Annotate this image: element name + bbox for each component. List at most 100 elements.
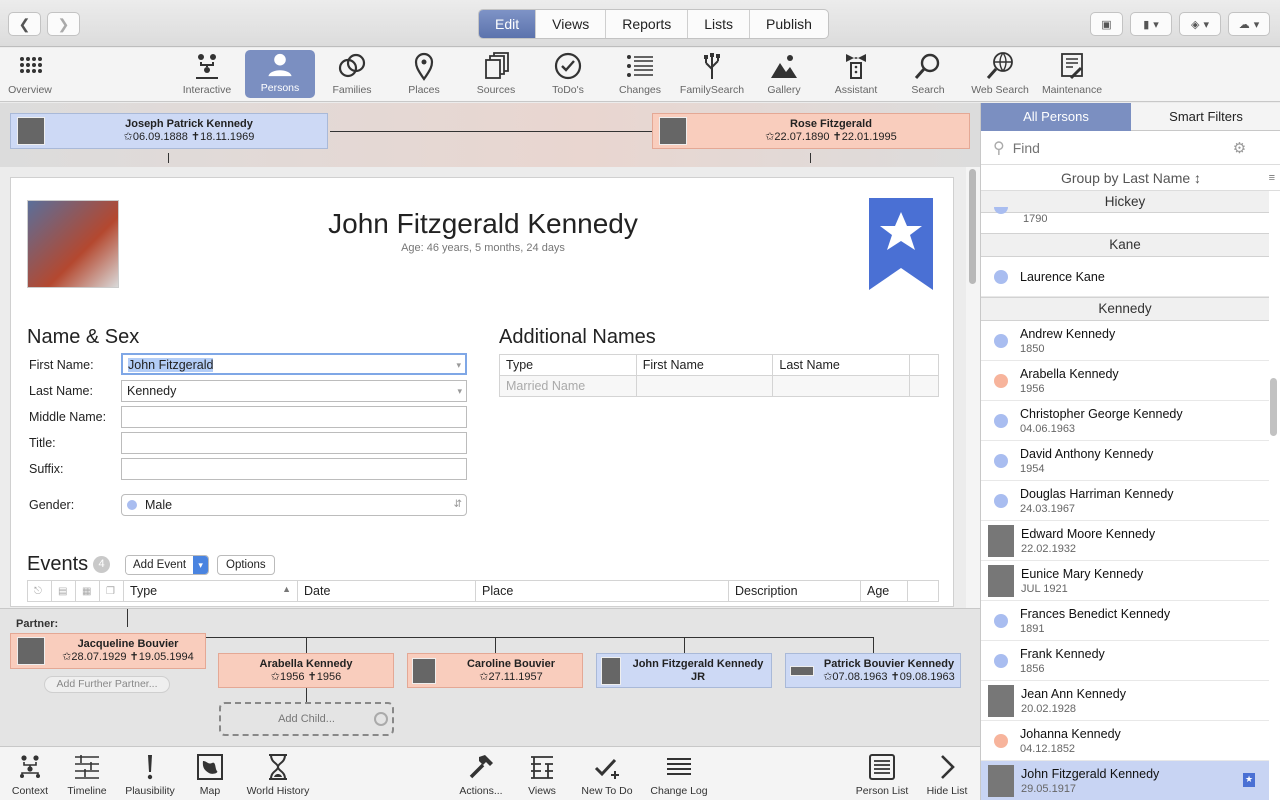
list-item[interactable]: Frank Kennedy 1856	[981, 641, 1269, 681]
label-button[interactable]: ◈ ▾	[1179, 12, 1221, 36]
tree-icon	[196, 54, 218, 79]
title-field[interactable]	[121, 432, 467, 454]
col-event-place[interactable]: Place	[475, 580, 729, 602]
toolbar-changes[interactable]: Changes	[604, 48, 676, 100]
col-first-name[interactable]: First Name	[635, 354, 774, 376]
toolbar-families[interactable]: Families	[316, 48, 388, 100]
col-event-age[interactable]: Age	[860, 580, 908, 602]
change-log-button[interactable]: Change Log	[648, 747, 710, 800]
toolbar-gallery[interactable]: Gallery	[748, 48, 820, 100]
toolbar-sources[interactable]: Sources	[460, 48, 532, 100]
new-todo-button[interactable]: New To Do	[576, 747, 638, 800]
list-item[interactable]: David Anthony Kennedy 1954	[981, 441, 1269, 481]
tab-smart-filters[interactable]: Smart Filters	[1131, 103, 1280, 131]
toolbar-overview[interactable]: Overview	[0, 48, 66, 100]
hide-list-button[interactable]: Hide List	[922, 747, 972, 800]
toolbar-persons[interactable]: Persons	[245, 50, 315, 98]
female-dot-icon	[994, 733, 1008, 748]
list-item[interactable]: Frances Benedict Kennedy 1891	[981, 601, 1269, 641]
list-item[interactable]: Arabella Kennedy 1956	[981, 361, 1269, 401]
sidebar-toggle-button[interactable]: ▣	[1090, 12, 1123, 36]
actions-button[interactable]: Actions...	[456, 747, 506, 800]
person-list-button[interactable]: Person List	[852, 747, 912, 800]
father-card[interactable]: Joseph Patrick Kennedy ✩06.09.1888 ✝18.11…	[10, 113, 328, 149]
col-event-type[interactable]: Type ▲	[123, 580, 298, 602]
parents-area: Joseph Patrick Kennedy ✩06.09.1888 ✝18.11…	[0, 103, 980, 167]
suffix-field[interactable]	[121, 458, 467, 480]
add-child-button[interactable]: Add Child...	[219, 702, 394, 736]
middle-name-field[interactable]	[121, 406, 467, 428]
toolbar-places[interactable]: Places	[388, 48, 460, 100]
tab-publish[interactable]: Publish	[750, 10, 828, 38]
toolbar-maintenance[interactable]: Maintenance	[1036, 48, 1108, 100]
first-name-field[interactable]: John Fitzgerald ▾	[121, 353, 467, 375]
source-icon[interactable]: ▤	[51, 580, 76, 602]
col-last-name[interactable]: Last Name	[772, 354, 911, 376]
add-event-button[interactable]: Add Event ▾	[125, 555, 210, 575]
views-button[interactable]: Views	[520, 747, 564, 800]
find-input[interactable]	[1012, 139, 1233, 156]
sort-icon[interactable]: ≡	[1269, 165, 1275, 191]
options-button[interactable]: Options	[217, 555, 275, 575]
list-item[interactable]: Edward Moore Kennedy 22.02.1932	[981, 521, 1269, 561]
cloud-button[interactable]: ☁ ▾	[1228, 12, 1270, 36]
mother-card[interactable]: Rose Fitzgerald ✩22.07.1890 ✝22.01.1995	[652, 113, 970, 149]
toolbar-todos[interactable]: ToDo's	[532, 48, 604, 100]
list-item[interactable]: Eunice Mary Kennedy JUL 1921	[981, 561, 1269, 601]
tab-all-persons[interactable]: All Persons	[981, 103, 1131, 131]
media-icon[interactable]: ▦	[75, 580, 100, 602]
magnifier-icon	[914, 53, 940, 79]
toolbar-interactive[interactable]: Interactive	[171, 48, 243, 100]
scrollbar-thumb[interactable]	[969, 169, 976, 284]
world-history-button[interactable]: World History	[242, 747, 314, 800]
chevron-down-icon[interactable]: ▾	[193, 556, 209, 574]
list-item[interactable]: Christopher George Kennedy 04.06.1963	[981, 401, 1269, 441]
list-item-date: 04.06.1963	[1020, 422, 1076, 435]
toolbar-search[interactable]: Search	[892, 48, 964, 100]
partner-card[interactable]: Jacqueline Bouvier ✩28.07.1929 ✝19.05.199…	[10, 633, 206, 669]
child-card[interactable]: Arabella Kennedy ✩1956 ✝1956	[218, 653, 394, 688]
plausibility-button[interactable]: Plausibility	[120, 747, 180, 800]
form-scrollbar[interactable]	[966, 167, 980, 608]
tab-reports[interactable]: Reports	[606, 10, 689, 38]
additional-name-last[interactable]	[772, 375, 911, 397]
list-item[interactable]: Laurence Kane	[981, 257, 1269, 297]
map-button[interactable]: Map	[190, 747, 230, 800]
list-item[interactable]: John Fitzgerald Kennedy 29.05.1917 ★	[981, 761, 1269, 800]
list-item[interactable]: 1790	[981, 207, 1269, 231]
bookmark-button[interactable]: ▮ ▾	[1130, 12, 1172, 36]
additional-name-first[interactable]	[635, 375, 774, 397]
col-event-description[interactable]: Description	[728, 580, 861, 602]
back-button[interactable]: ❮	[8, 12, 41, 36]
child-card[interactable]: Caroline Bouvier ✩27.11.1957	[407, 653, 583, 688]
toolbar-assistant[interactable]: Assistant	[820, 48, 892, 100]
toolbar-web-search[interactable]: Web Search	[964, 48, 1036, 100]
child-card[interactable]: Patrick Bouvier Kennedy ✩07.08.1963 ✝09.0…	[785, 653, 961, 688]
forward-button[interactable]: ❯	[47, 12, 80, 36]
list-item[interactable]: Andrew Kennedy 1850	[981, 321, 1269, 361]
settings-icon[interactable]	[374, 712, 388, 726]
list-scrollbar-thumb[interactable]	[1270, 378, 1277, 436]
bookmark-star-icon[interactable]	[869, 198, 933, 290]
list-item[interactable]: Jean Ann Kennedy 20.02.1928	[981, 681, 1269, 721]
context-button[interactable]: Context	[8, 747, 52, 800]
child-card[interactable]: John Fitzgerald Kennedy JR	[596, 653, 772, 688]
toolbar-familysearch[interactable]: FamilySearch	[676, 48, 748, 100]
attachment-icon[interactable]: ⎋	[27, 580, 52, 602]
tab-views[interactable]: Views	[536, 10, 607, 38]
tab-edit[interactable]: Edit	[479, 10, 537, 38]
add-further-partner-button[interactable]: Add Further Partner...	[44, 676, 170, 693]
toolbar-label: Persons	[260, 82, 300, 94]
additional-name-type[interactable]: Married Name	[499, 375, 637, 397]
gender-select[interactable]: Male ⇵	[121, 494, 467, 516]
last-name-field[interactable]: Kennedy ▾	[121, 380, 467, 402]
gear-icon[interactable]: ⚙	[1233, 139, 1246, 157]
tab-lists[interactable]: Lists	[688, 10, 751, 38]
timeline-button[interactable]: Timeline	[64, 747, 110, 800]
col-event-date[interactable]: Date	[297, 580, 476, 602]
group-by-select[interactable]: Group by Last Name ↕ ≡	[981, 165, 1280, 191]
list-item[interactable]: Douglas Harriman Kennedy 24.03.1967	[981, 481, 1269, 521]
col-type[interactable]: Type	[499, 354, 637, 376]
copies-icon[interactable]: ❐	[99, 580, 124, 602]
list-item[interactable]: Johanna Kennedy 04.12.1852	[981, 721, 1269, 761]
